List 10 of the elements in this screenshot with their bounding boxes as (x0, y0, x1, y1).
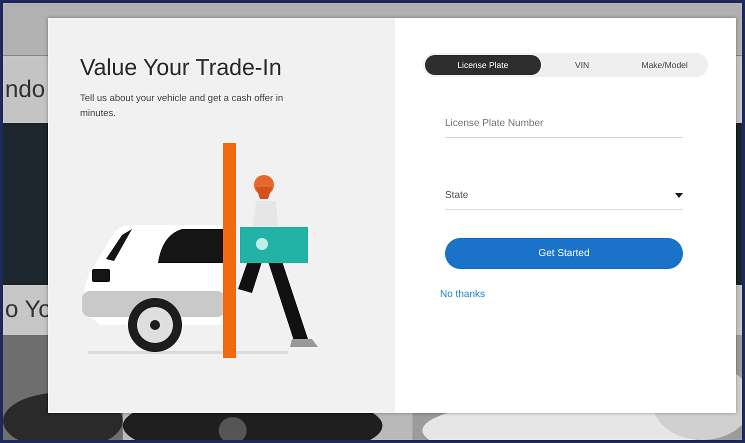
lookup-tab[interactable]: VIN (540, 55, 624, 75)
caret-icon (675, 193, 683, 198)
page-heading: ndo (4, 76, 46, 104)
lookup-tab[interactable]: License Plate (425, 55, 541, 75)
state-dropdown[interactable]: State (445, 186, 683, 210)
get-started-button[interactable]: Get Started (445, 238, 683, 269)
dialog-description: Tell us about your vehicle and get a cash offer in minutes. (80, 92, 284, 121)
dialog-title: Value Your Trade-In (80, 54, 283, 81)
no-thanks-link[interactable]: No thanks (440, 289, 486, 300)
lookup-tab[interactable]: Make/Model (623, 55, 706, 75)
